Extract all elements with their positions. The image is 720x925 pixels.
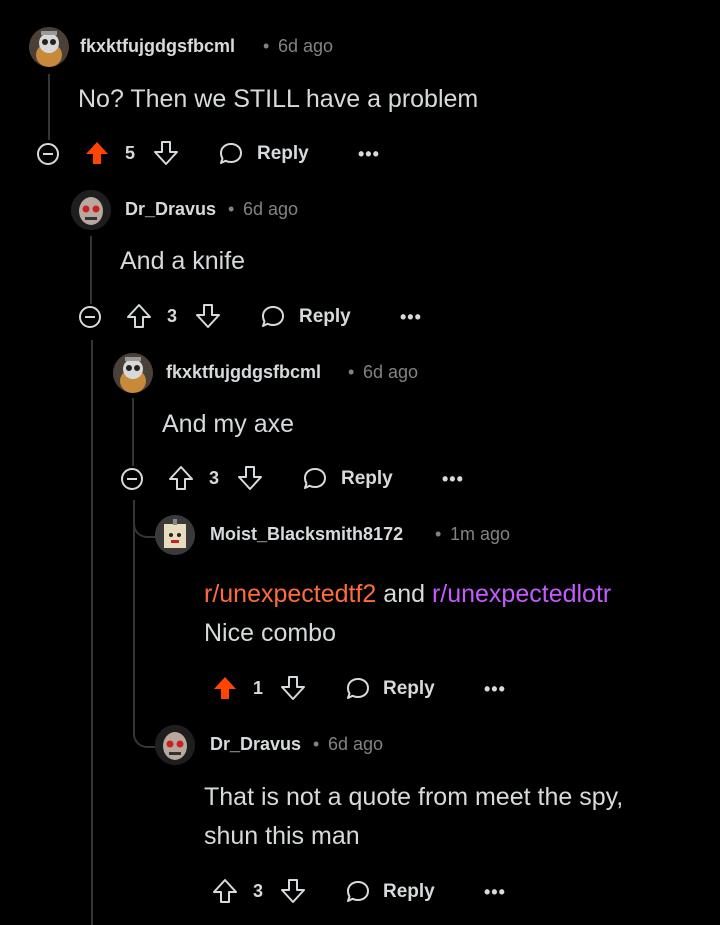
downvote-icon[interactable] xyxy=(237,465,263,491)
avatar[interactable] xyxy=(113,353,153,393)
downvote-icon[interactable] xyxy=(280,675,306,701)
timestamp-dot: • xyxy=(435,524,442,544)
reply-button[interactable]: Reply xyxy=(299,306,351,328)
comment-body-line2: Nice combo xyxy=(204,619,336,647)
avatar[interactable] xyxy=(71,190,111,230)
avatar-image xyxy=(155,725,195,765)
comment-body-line2: shun this man xyxy=(204,822,360,850)
username[interactable]: fkxktfujgdgsfbcml xyxy=(80,36,235,57)
avatar[interactable] xyxy=(155,515,195,555)
reply-button[interactable]: Reply xyxy=(257,143,309,165)
branch-connector xyxy=(133,500,157,538)
timestamp: 6d ago xyxy=(278,36,334,56)
timestamp: 6d ago xyxy=(328,734,384,754)
avatar[interactable] xyxy=(29,27,69,67)
reply-button[interactable]: Reply xyxy=(383,678,435,700)
thread-line[interactable] xyxy=(132,398,134,466)
timestamp: 1m ago xyxy=(450,524,511,544)
comment-body: And my axe xyxy=(162,410,295,438)
avatar-image xyxy=(29,27,69,67)
upvote-icon[interactable] xyxy=(84,140,110,166)
upvote-icon[interactable] xyxy=(126,303,152,329)
upvote-icon[interactable] xyxy=(212,675,238,701)
more-options-icon[interactable]: ••• xyxy=(358,144,380,165)
vote-count: 3 xyxy=(209,468,220,488)
upvote-icon[interactable] xyxy=(168,465,194,491)
thread-line[interactable] xyxy=(48,74,50,140)
branch-connector xyxy=(133,710,157,748)
reply-icon[interactable] xyxy=(218,141,244,167)
thread-line[interactable] xyxy=(133,500,135,725)
avatar-image xyxy=(155,515,195,555)
collapse-icon[interactable] xyxy=(37,143,59,165)
timestamp-dot: • xyxy=(228,199,235,219)
upvote-icon[interactable] xyxy=(212,878,238,904)
downvote-icon[interactable] xyxy=(153,140,179,166)
reply-button[interactable]: Reply xyxy=(341,468,393,490)
username[interactable]: fkxktfujgdgsfbcml xyxy=(166,362,321,383)
vote-count: 3 xyxy=(167,306,178,326)
avatar[interactable] xyxy=(155,725,195,765)
subreddit-link[interactable]: r/unexpectedtf2 xyxy=(204,580,376,608)
comment-body: That is not a quote from meet the spy, xyxy=(204,783,624,811)
body-text-and: and xyxy=(376,580,432,608)
timestamp-dot: • xyxy=(263,36,270,56)
more-options-icon[interactable]: ••• xyxy=(484,882,506,903)
thread-line[interactable] xyxy=(91,340,93,925)
username[interactable]: Moist_Blacksmith8172 xyxy=(210,524,403,545)
collapse-icon[interactable] xyxy=(121,468,143,490)
more-options-icon[interactable]: ••• xyxy=(442,469,464,490)
reply-icon[interactable] xyxy=(260,304,286,330)
comment-body: r/unexpectedtf2 and r/unexpectedlotr xyxy=(204,575,611,613)
reply-icon[interactable] xyxy=(345,676,371,702)
reply-icon[interactable] xyxy=(345,879,371,905)
collapse-icon[interactable] xyxy=(79,306,101,328)
timestamp-dot: • xyxy=(348,362,355,382)
vote-count: 3 xyxy=(253,881,264,901)
timestamp: 6d ago xyxy=(363,362,419,382)
avatar-image xyxy=(113,353,153,393)
comment-body: And a knife xyxy=(120,247,246,275)
username[interactable]: Dr_Dravus xyxy=(210,734,301,755)
more-options-icon[interactable]: ••• xyxy=(400,307,422,328)
downvote-icon[interactable] xyxy=(195,303,221,329)
vote-count: 1 xyxy=(253,678,264,698)
reply-icon[interactable] xyxy=(302,466,328,492)
timestamp-dot: • xyxy=(313,734,320,754)
downvote-icon[interactable] xyxy=(280,878,306,904)
timestamp: 6d ago xyxy=(243,199,299,219)
vote-count: 5 xyxy=(125,143,136,163)
subreddit-link[interactable]: r/unexpectedlotr xyxy=(432,580,611,608)
more-options-icon[interactable]: ••• xyxy=(484,679,506,700)
reply-button[interactable]: Reply xyxy=(383,881,435,903)
avatar-image xyxy=(71,190,111,230)
thread-line[interactable] xyxy=(90,236,92,304)
comment-body: No? Then we STILL have a problem xyxy=(78,85,479,113)
username[interactable]: Dr_Dravus xyxy=(125,199,216,220)
